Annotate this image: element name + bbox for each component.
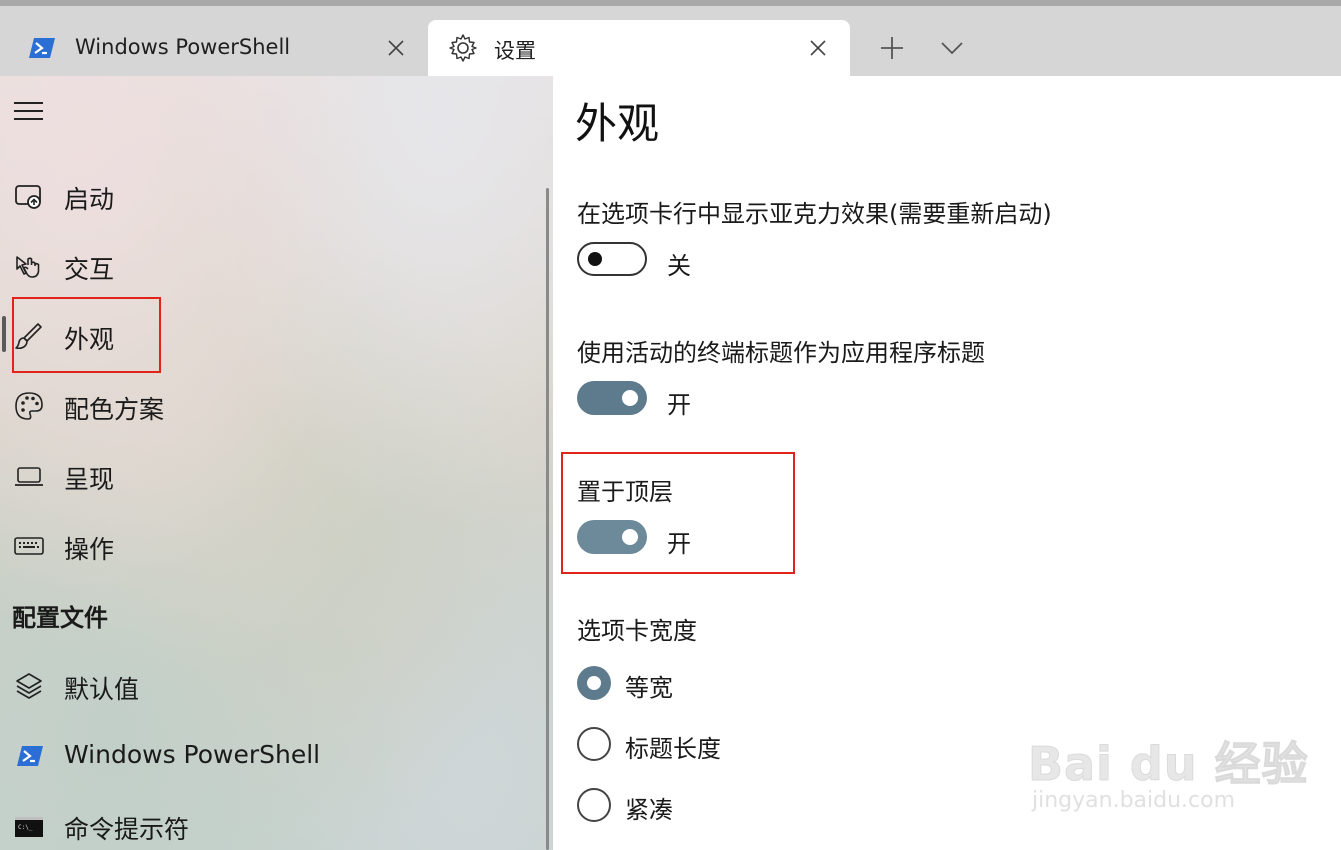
sidebar-item-label: Windows PowerShell	[64, 740, 321, 769]
sidebar-item-startup[interactable]: 启动	[0, 166, 540, 226]
sidebar-item-interaction[interactable]: 交互	[0, 236, 540, 296]
profiles-header: 配置文件	[12, 604, 108, 632]
sidebar-item-label: 命令提示符	[64, 815, 190, 844]
sidebar-item-actions[interactable]: 操作	[0, 516, 540, 576]
tab-label: Windows PowerShell	[75, 35, 291, 59]
close-icon[interactable]	[386, 38, 406, 58]
startup-icon	[15, 185, 41, 209]
page-title: 外观	[575, 99, 660, 148]
powershell-icon	[17, 746, 43, 766]
layers-icon	[16, 673, 42, 699]
sidebar-scrollbar[interactable]	[546, 188, 549, 850]
watermark-main: Bai du 经验	[1028, 737, 1309, 792]
gear-icon	[449, 34, 477, 62]
sidebar-item-command-prompt[interactable]: C:\_ 命令提示符	[0, 796, 540, 850]
sidebar-item-label: 交互	[64, 255, 115, 284]
radio-title-length[interactable]	[577, 727, 611, 761]
radio-equal[interactable]	[577, 666, 611, 700]
watermark-sub: jingyan.baidu.com	[1032, 788, 1236, 813]
acrylic-toggle-state: 关	[667, 252, 691, 280]
sidebar-item-label: 启动	[64, 185, 115, 214]
hamburger-icon[interactable]	[14, 102, 44, 124]
radio-title-length-label: 标题长度	[625, 735, 721, 763]
sidebar-item-rendering[interactable]: 呈现	[0, 446, 540, 506]
window-top-border	[0, 0, 1341, 6]
powershell-icon	[29, 38, 55, 58]
tab-windows-powershell[interactable]: Windows PowerShell	[0, 20, 428, 76]
sidebar-item-label: 配色方案	[64, 395, 165, 424]
sidebar-item-label: 操作	[64, 535, 115, 564]
sidebar-item-label: 呈现	[64, 465, 115, 494]
terminal-title-setting-label: 使用活动的终端标题作为应用程序标题	[577, 339, 985, 367]
chevron-down-icon[interactable]	[940, 38, 964, 58]
sidebar-item-color-schemes[interactable]: 配色方案	[0, 376, 540, 436]
sidebar-item-label: 默认值	[64, 675, 140, 704]
tab-settings[interactable]: 设置	[428, 20, 850, 76]
settings-sidebar: 启动 交互 外观 配色方案 呈现 操作 配置文件 默认值 Windows Pow…	[0, 76, 553, 850]
baidu-watermark: Bai du 经验 jingyan.baidu.com	[1028, 708, 1328, 828]
tab-width-label: 选项卡宽度	[577, 617, 697, 645]
plus-icon[interactable]	[878, 34, 906, 62]
terminal-title-toggle[interactable]	[577, 381, 647, 415]
palette-icon	[15, 392, 43, 420]
keyboard-icon	[14, 537, 44, 555]
acrylic-setting-label: 在选项卡行中显示亚克力效果(需要重新启动)	[577, 200, 1052, 228]
radio-equal-label: 等宽	[625, 674, 673, 702]
sidebar-item-windows-powershell[interactable]: Windows PowerShell	[0, 726, 540, 786]
acrylic-toggle[interactable]	[577, 242, 647, 276]
close-icon[interactable]	[808, 38, 828, 58]
laptop-icon	[15, 467, 43, 486]
highlight-box-always-on-top	[561, 452, 795, 574]
radio-compact-label: 紧凑	[625, 796, 673, 824]
cmd-icon: C:\_	[15, 817, 43, 837]
svg-text:C:\_: C:\_	[18, 824, 33, 831]
highlight-box-appearance	[12, 297, 161, 373]
interaction-icon	[16, 256, 40, 278]
tab-strip: Windows PowerShell 设置	[0, 0, 1341, 76]
tab-label: 设置	[494, 39, 536, 63]
terminal-title-toggle-state: 开	[667, 391, 691, 419]
sidebar-item-defaults[interactable]: 默认值	[0, 656, 540, 716]
radio-compact[interactable]	[577, 788, 611, 822]
